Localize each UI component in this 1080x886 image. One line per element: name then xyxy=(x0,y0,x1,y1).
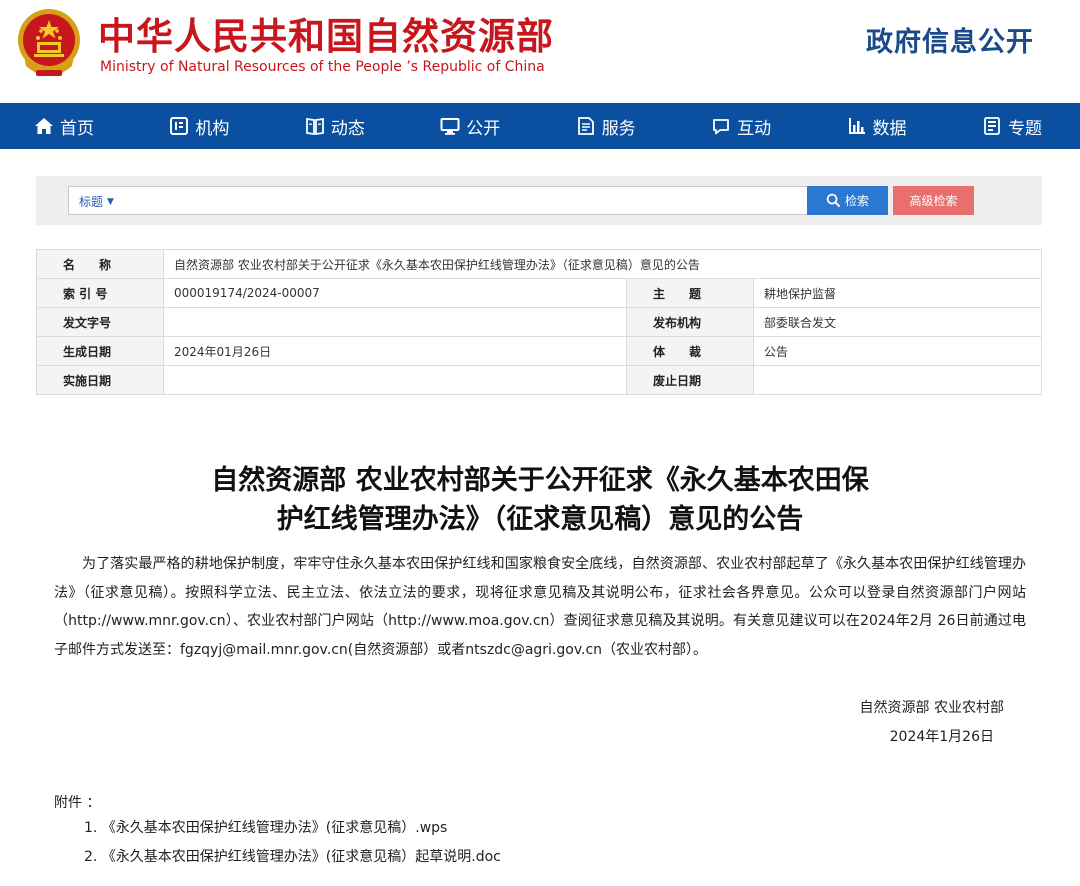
org-icon xyxy=(170,117,189,135)
attachment-link[interactable]: 2. 《永久基本农田保护红线管理办法》(征求意见稿）起草说明.doc xyxy=(84,843,501,872)
meta-value-index: 000019174/2024-00007 xyxy=(163,278,627,308)
meta-value-subject: 耕地保护监督 xyxy=(753,278,1042,308)
nav-label: 动态 xyxy=(330,118,365,139)
attachment-link[interactable]: 1. 《永久基本农田保护红线管理办法》(征求意见稿）.wps xyxy=(84,814,501,843)
attachments-label: 附件 ： xyxy=(54,795,101,811)
search-input[interactable]: 标题 ▼ xyxy=(68,186,837,215)
nav-item-org[interactable]: 机构 xyxy=(169,114,229,139)
document-meta-table: 名 称 自然资源部 农业农村部关于公开征求《永久基本农田保护红线管理办法》（征求… xyxy=(36,249,1042,395)
table-row: 生成日期 2024年01月26日 体 裁 公告 xyxy=(36,336,1042,366)
nav-label: 专题 xyxy=(1007,118,1042,139)
meta-value-name: 自然资源部 农业农村部关于公开征求《永久基本农田保护红线管理办法》（征求意见稿）… xyxy=(163,249,1042,279)
article-title-line: 自然资源部 农业农村部关于公开征求《永久基本农田保 xyxy=(211,465,869,496)
news-icon xyxy=(305,117,324,136)
meta-key-name: 名 称 xyxy=(36,249,164,279)
attachments-list: 1. 《永久基本农田保护红线管理办法》(征求意见稿）.wps 2. 《永久基本农… xyxy=(84,814,501,872)
signature-organization: 自然资源部 农业农村部 xyxy=(859,700,1004,716)
service-icon xyxy=(577,117,594,135)
search-icon xyxy=(826,193,841,208)
meta-key-docno: 发文字号 xyxy=(36,307,164,337)
nav-label: 服务 xyxy=(601,118,636,139)
nav-item-service[interactable]: 服务 xyxy=(576,114,636,139)
nav-item-news[interactable]: 动态 xyxy=(305,114,365,139)
nav-label: 互动 xyxy=(737,118,772,139)
chevron-down-icon: ▼ xyxy=(107,196,114,207)
meta-value-issuer: 部委联合发文 xyxy=(753,307,1042,337)
search-button-label: 检索 xyxy=(844,194,869,208)
table-row: 名 称 自然资源部 农业农村部关于公开征求《永久基本农田保护红线管理办法》（征求… xyxy=(36,249,1042,279)
site-header: 中华人民共和国自然资源部 Ministry of Natural Resourc… xyxy=(0,0,1080,103)
article-body: 为了落实最严格的耕地保护制度，牢牢守住永久基本农田保护红线和国家粮食安全底线，自… xyxy=(54,556,1026,658)
meta-value-created: 2024年01月26日 xyxy=(163,336,627,366)
meta-value-docno xyxy=(163,307,627,337)
nav-label: 机构 xyxy=(195,118,230,139)
nav-item-home[interactable]: 首页 xyxy=(34,114,94,139)
meta-key-effective: 实施日期 xyxy=(36,365,164,395)
table-row: 实施日期 废止日期 xyxy=(36,365,1042,395)
monitor-icon xyxy=(440,118,460,135)
topic-icon xyxy=(984,117,1000,135)
site-subtitle: Ministry of Natural Resources of the Peo… xyxy=(100,59,545,75)
meta-value-repeal xyxy=(753,365,1042,395)
national-emblem-icon[interactable] xyxy=(14,6,84,82)
section-title[interactable]: 政府信息公开 xyxy=(866,20,1034,59)
meta-key-created: 生成日期 xyxy=(36,336,164,366)
nav-item-public[interactable]: 公开 xyxy=(440,114,500,139)
nav-label: 公开 xyxy=(466,118,501,139)
search-panel: 标题 ▼ 检索 高级检索 xyxy=(36,176,1042,225)
search-scope-label: 标题 xyxy=(79,195,104,209)
meta-key-subject: 主 题 xyxy=(626,278,754,308)
nav-item-interact[interactable]: 互动 xyxy=(711,114,771,139)
meta-value-genre: 公告 xyxy=(753,336,1042,366)
chat-icon xyxy=(713,119,730,135)
article-title: 自然资源部 农业农村部关于公开征求《永久基本农田保 护红线管理办法》（征求意见稿… xyxy=(0,461,1080,539)
meta-value-effective xyxy=(163,365,627,395)
advanced-search-button[interactable]: 高级检索 xyxy=(893,186,974,215)
signature-date: 2024年1月26日 xyxy=(889,729,994,745)
chart-icon xyxy=(848,118,865,134)
table-row: 索 引 号 000019174/2024-00007 主 题 耕地保护监督 xyxy=(36,278,1042,308)
article-title-line: 护红线管理办法》（征求意见稿）意见的公告 xyxy=(276,504,804,535)
site-title[interactable]: 中华人民共和国自然资源部 xyxy=(98,6,554,60)
table-row: 发文字号 发布机构 部委联合发文 xyxy=(36,307,1042,337)
meta-key-genre: 体 裁 xyxy=(626,336,754,366)
nav-label: 数据 xyxy=(872,118,907,139)
nav-item-topic[interactable]: 专题 xyxy=(982,114,1042,139)
nav-item-data[interactable]: 数据 xyxy=(847,114,907,139)
meta-key-issuer: 发布机构 xyxy=(626,307,754,337)
nav-label: 首页 xyxy=(60,118,94,139)
search-button[interactable]: 检索 xyxy=(807,186,888,215)
search-scope-select[interactable]: 标题 ▼ xyxy=(79,193,114,210)
main-nav: 首页 机构 动态 公开 服务 互动 数据 专题 xyxy=(0,103,1080,149)
meta-key-index: 索 引 号 xyxy=(36,278,164,308)
home-icon xyxy=(35,118,53,134)
meta-key-repeal: 废止日期 xyxy=(626,365,754,395)
